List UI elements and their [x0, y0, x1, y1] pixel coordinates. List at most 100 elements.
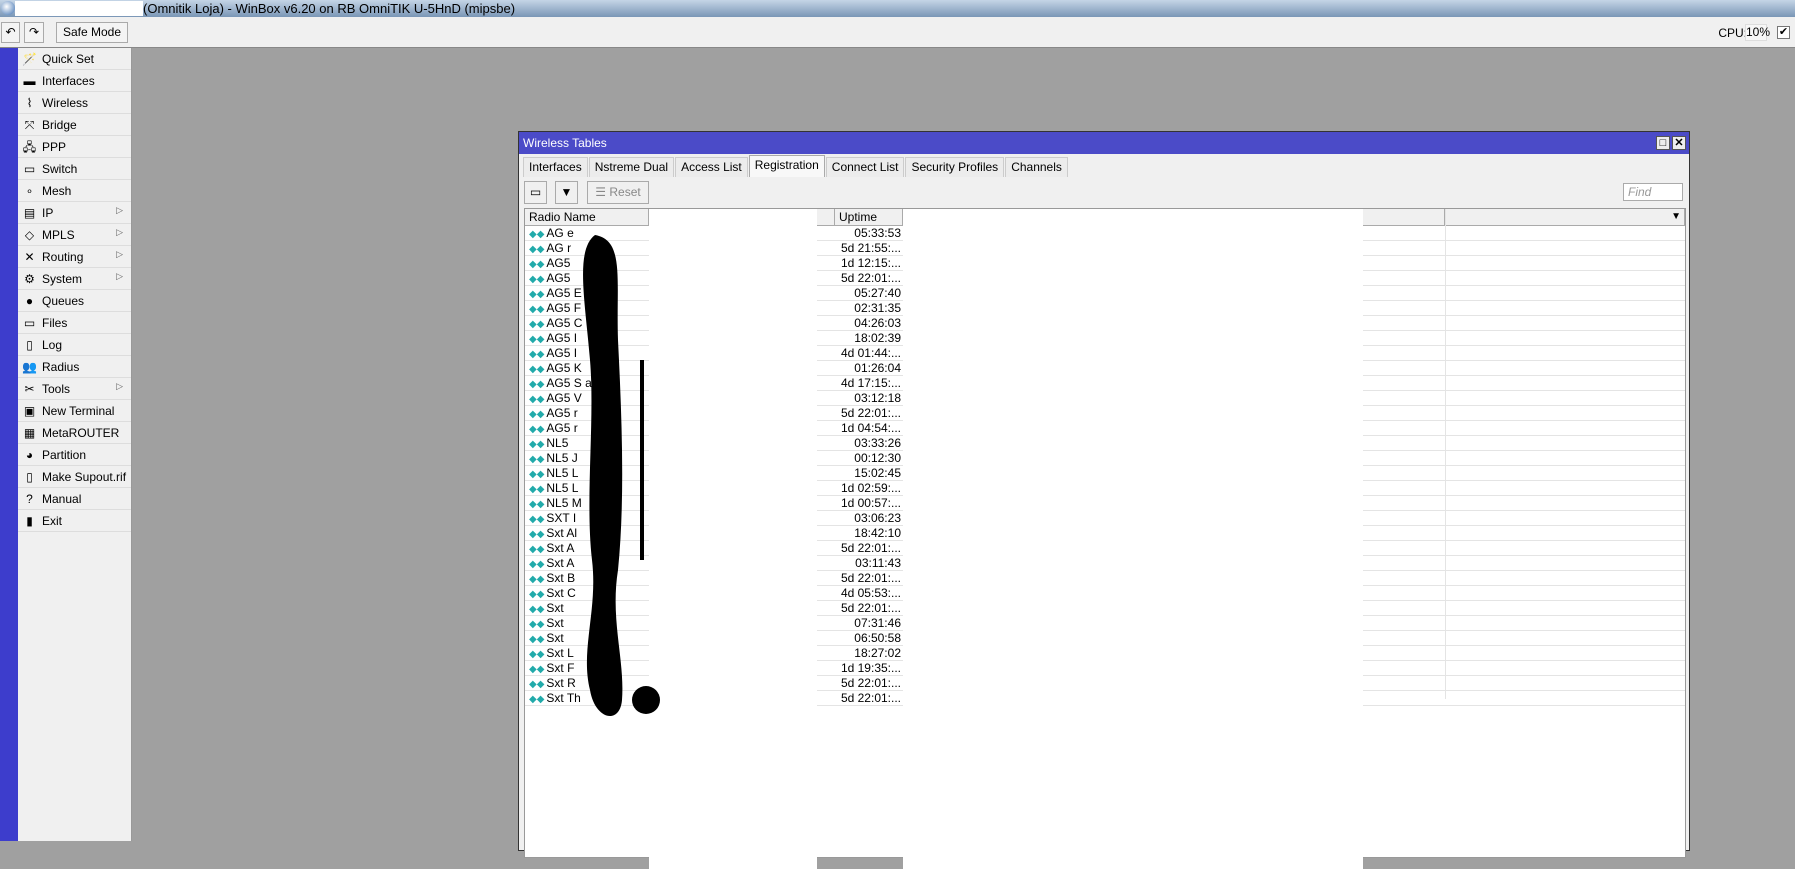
sidebar-item-label: Log — [42, 337, 63, 352]
sidebar-item-label: Manual — [42, 491, 82, 506]
sidebar-item-tools[interactable]: ✂ Tools ▷ — [18, 378, 131, 400]
maximize-button[interactable]: □ — [1656, 136, 1670, 150]
registration-icon: ◆◆ — [529, 274, 545, 285]
menu-icon: ▣ — [23, 403, 36, 418]
sidebar-item-label: Queues — [42, 293, 85, 308]
radio-name: Sxt C — [546, 586, 576, 600]
column-header-uptime[interactable]: Uptime — [835, 209, 903, 226]
menu-icon: ▯ — [26, 337, 33, 352]
uptime: 03:06:23 — [854, 511, 901, 525]
radio-name: AG5 — [546, 256, 571, 270]
redo-button[interactable]: ↷ — [24, 22, 44, 43]
uptime: 1d 12:15:... — [840, 256, 901, 270]
uptime: 07:31:46 — [854, 616, 901, 630]
menu-icon: 🪄 — [22, 51, 37, 66]
radio-name: AG e — [546, 226, 574, 240]
column-header-radio-name[interactable]: Radio Name — [525, 209, 649, 226]
menu-icon: ◇ — [24, 227, 35, 242]
safe-mode-button[interactable]: Safe Mode — [56, 22, 128, 43]
uptime: 05:27:40 — [854, 286, 901, 300]
sidebar-menu: 🪄 Quick Set ▬ Interfaces ⌇ Wireless ⤧ Bridge 🖧 PP… — [18, 48, 132, 841]
sidebar-item-quick-set[interactable]: 🪄 Quick Set — [18, 48, 131, 70]
sidebar-item-metarouter[interactable]: ▦ MetaROUTER — [18, 422, 131, 444]
winbox-side-strip — [0, 48, 18, 841]
sidebar-item-manual[interactable]: ? Manual — [18, 488, 131, 510]
cpu-checkbox[interactable]: ✔ — [1777, 26, 1790, 39]
sidebar-item-interfaces[interactable]: ▬ Interfaces — [18, 70, 131, 92]
tab-connect-list[interactable]: Connect List — [825, 157, 905, 177]
radio-name: Sxt A — [546, 556, 575, 570]
sidebar-item-mesh[interactable]: ∘ Mesh — [18, 180, 131, 202]
menu-icon: ● — [25, 293, 34, 308]
registration-icon: ◆◆ — [529, 589, 545, 600]
sidebar-item-ip[interactable]: ▤ IP ▷ — [18, 202, 131, 224]
uptime: 5d 22:01:... — [840, 541, 901, 555]
sidebar-item-label: PPP — [42, 139, 67, 154]
tab-nstreme-dual[interactable]: Nstreme Dual — [588, 157, 675, 177]
sidebar-item-files[interactable]: ▭ Files — [18, 312, 131, 334]
window-title-bar[interactable]: Wireless Tables □ ✕ — [519, 132, 1689, 154]
column-header[interactable] — [817, 209, 835, 226]
find-input[interactable]: Find — [1623, 183, 1683, 201]
sidebar-item-label: System — [42, 271, 83, 286]
remove-button[interactable]: ▭ — [524, 181, 547, 204]
registration-icon: ◆◆ — [529, 289, 545, 300]
registration-icon: ◆◆ — [529, 544, 545, 555]
uptime: 04:26:03 — [854, 316, 901, 330]
sidebar-item-label: Tools — [42, 381, 71, 396]
submenu-arrow-icon: ▷ — [116, 205, 123, 215]
registration-table: Radio Name ▼ Uptime ◆◆ AG e 05:33:53 ◆◆ AG r… — [524, 208, 1686, 869]
uptime: 02:31:35 — [854, 301, 901, 315]
registration-icon: ◆◆ — [529, 574, 545, 585]
column-header[interactable] — [1363, 209, 1445, 226]
cpu-value: 10% — [1745, 24, 1771, 41]
uptime: 5d 22:01:... — [840, 406, 901, 420]
tab-channels[interactable]: Channels — [1005, 157, 1068, 177]
column-header[interactable]: ▼ — [1445, 209, 1685, 226]
undo-button[interactable]: ↶ — [1, 22, 20, 43]
sidebar-item-log[interactable]: ▯ Log — [18, 334, 131, 356]
sidebar-item-switch[interactable]: ▭ Switch — [18, 158, 131, 180]
tab-registration[interactable]: Registration — [748, 155, 825, 177]
wireless-tables-window: Wireless Tables □ ✕ Interfaces Nstreme Du… — [518, 131, 1690, 869]
filter-button[interactable]: ▼ — [555, 181, 578, 204]
radio-name: Sxt — [546, 616, 564, 630]
sidebar-item-bridge[interactable]: ⤧ Bridge — [18, 114, 131, 136]
close-button[interactable]: ✕ — [1672, 136, 1686, 150]
sidebar-item-wireless[interactable]: ⌇ Wireless — [18, 92, 131, 114]
sidebar-item-routing[interactable]: ✕ Routing ▷ — [18, 246, 131, 268]
menu-icon: ⤧ — [24, 117, 35, 132]
sidebar-item-mpls[interactable]: ◇ MPLS ▷ — [18, 224, 131, 246]
registration-icon: ◆◆ — [529, 229, 545, 240]
sidebar-item-label: New Terminal — [42, 403, 115, 418]
menu-icon: ⌇ — [26, 95, 33, 110]
registration-icon: ◆◆ — [529, 454, 545, 465]
reset-label: Reset — [609, 185, 641, 199]
tab-security-profiles[interactable]: Security Profiles — [905, 157, 1005, 177]
column-menu-dropdown-icon[interactable]: ▼ — [1671, 209, 1681, 225]
sidebar-item-label: Radius — [42, 359, 80, 374]
menu-icon: ▯ — [26, 469, 33, 484]
radio-name: AG5 V — [546, 391, 582, 405]
tab-access-list[interactable]: Access List — [675, 157, 748, 177]
uptime: 1d 19:35:... — [840, 661, 901, 675]
uptime: 5d 21:55:... — [840, 241, 901, 255]
reset-button[interactable]: ☰ Reset — [587, 181, 649, 204]
sidebar-item-make-supout-rif[interactable]: ▯ Make Supout.rif — [18, 466, 131, 488]
submenu-arrow-icon: ▷ — [116, 249, 123, 259]
sidebar-item-partition[interactable]: ◕ Partition — [18, 444, 131, 466]
submenu-arrow-icon: ▷ — [116, 381, 123, 391]
uptime: 03:11:43 — [855, 556, 901, 570]
sidebar-item-ppp[interactable]: 🖧 PPP — [18, 136, 131, 158]
tab-interfaces[interactable]: Interfaces — [523, 157, 588, 177]
sidebar-item-system[interactable]: ⚙ System ▷ — [18, 268, 131, 290]
sidebar-item-radius[interactable]: 👥 Radius — [18, 356, 131, 378]
sidebar-item-exit[interactable]: ▮ Exit — [18, 510, 131, 532]
uptime: 1d 02:59:... — [840, 481, 901, 495]
sidebar-item-queues[interactable]: ● Queues — [18, 290, 131, 312]
radio-name: SXT I — [546, 511, 577, 525]
uptime: 5d 22:01:... — [840, 676, 901, 690]
sidebar-item-new-terminal[interactable]: ▣ New Terminal — [18, 400, 131, 422]
registration-icon: ◆◆ — [529, 649, 545, 660]
radio-name: AG5 E — [546, 286, 582, 300]
